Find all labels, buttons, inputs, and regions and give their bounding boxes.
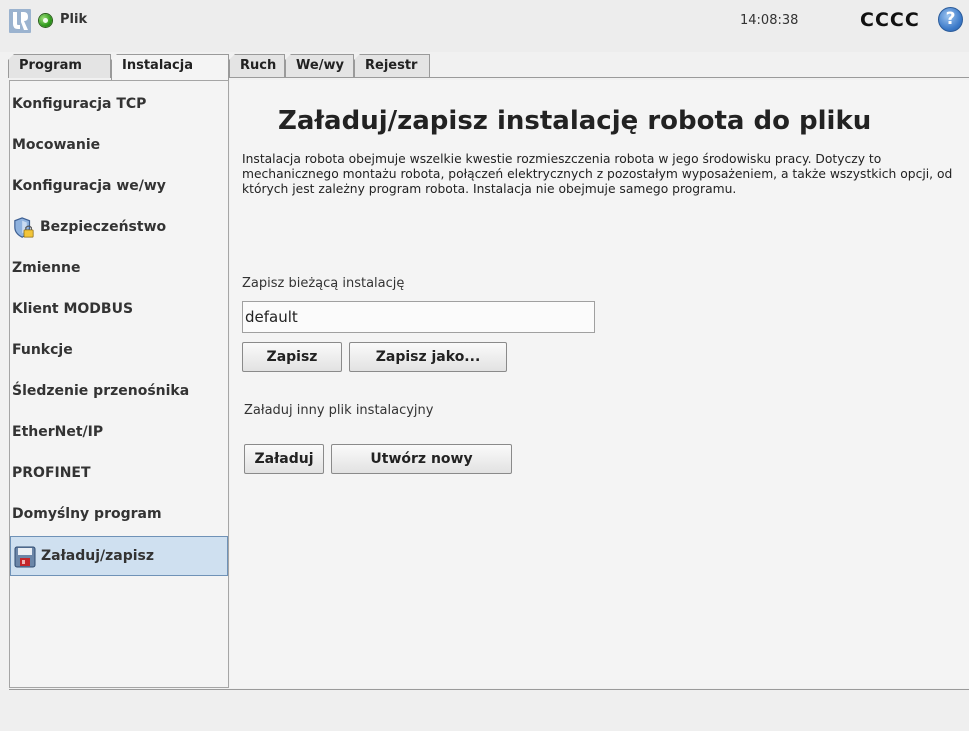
sidebar-item-label: Funkcje [12, 342, 73, 358]
floppy-disk-icon [14, 546, 36, 568]
sidebar-item-funkcje[interactable]: Funkcje [10, 331, 228, 371]
sidebar-item-label: Załaduj/zapisz [41, 548, 155, 564]
main-panel: Załaduj/zapisz instalację robota do plik… [230, 80, 969, 688]
sidebar-item-label: Konfiguracja we/wy [12, 178, 166, 194]
shield-lock-icon [14, 217, 34, 238]
load-button[interactable]: Załaduj [244, 444, 324, 474]
sidebar-item-label: EtherNet/IP [12, 424, 104, 440]
main-tabs: Program Instalacja Ruch We/wy Rejestr [0, 54, 969, 80]
sidebar-item-label: Zmienne [12, 260, 81, 276]
sidebar-item-sledzenie-przenosnika[interactable]: Śledzenie przenośnika [10, 372, 228, 412]
save-button[interactable]: Zapisz [242, 342, 342, 372]
sidebar-item-label: PROFINET [12, 465, 91, 481]
tab-ruch[interactable]: Ruch [229, 54, 285, 78]
sidebar-item-label: Śledzenie przenośnika [12, 383, 190, 399]
create-new-button[interactable]: Utwórz nowy [331, 444, 512, 474]
load-section-label: Załaduj inny plik instalacyjny [244, 403, 434, 418]
save-as-button[interactable]: Zapisz jako... [349, 342, 507, 372]
top-bar: Plik 14:08:38 CCCC ? [0, 0, 969, 52]
file-menu[interactable]: Plik [60, 12, 87, 27]
sidebar-item-zaladuj-zapisz[interactable]: Załaduj/zapisz [10, 536, 228, 576]
help-icon[interactable]: ? [938, 7, 963, 32]
sidebar-item-domyslny-program[interactable]: Domyślny program [10, 495, 228, 535]
page-title: Załaduj/zapisz instalację robota do plik… [278, 106, 872, 136]
save-section-label: Zapisz bieżącą instalację [242, 276, 405, 291]
sidebar-item-label: Bezpieczeństwo [40, 219, 167, 235]
sidebar-item-konfiguracja-tcp[interactable]: Konfiguracja TCP [10, 85, 228, 125]
robot-status-indicator [39, 14, 52, 27]
sidebar-item-label: Mocowanie [12, 137, 101, 153]
tab-divider [230, 77, 969, 78]
sidebar-item-mocowanie[interactable]: Mocowanie [10, 126, 228, 166]
tab-rejestr[interactable]: Rejestr [354, 54, 430, 78]
sidebar-item-profinet[interactable]: PROFINET [10, 454, 228, 494]
robot-name: CCCC [860, 9, 920, 31]
tab-program[interactable]: Program [8, 54, 111, 78]
installation-name-field[interactable]: default [242, 301, 595, 333]
sidebar-item-ethernet-ip[interactable]: EtherNet/IP [10, 413, 228, 453]
sidebar-item-label: Domyślny program [12, 506, 162, 522]
tab-instalacja[interactable]: Instalacja [111, 54, 229, 80]
sidebar-item-zmienne[interactable]: Zmienne [10, 249, 228, 289]
sidebar-item-klient-modbus[interactable]: Klient MODBUS [10, 290, 228, 330]
sidebar-item-label: Konfiguracja TCP [12, 96, 147, 112]
sidebar-item-label: Klient MODBUS [12, 301, 134, 317]
tab-we-wy[interactable]: We/wy [285, 54, 354, 78]
ur-logo-icon [9, 9, 31, 33]
installation-sidebar: Konfiguracja TCP Mocowanie Konfiguracja … [9, 80, 229, 688]
page-description: Instalacja robota obejmuje wszelkie kwes… [242, 152, 953, 196]
clock: 14:08:38 [740, 13, 799, 28]
sidebar-item-konfiguracja-we-wy[interactable]: Konfiguracja we/wy [10, 167, 228, 207]
sidebar-item-bezpieczenstwo[interactable]: Bezpieczeństwo [10, 208, 228, 248]
footer-bar [0, 690, 969, 731]
